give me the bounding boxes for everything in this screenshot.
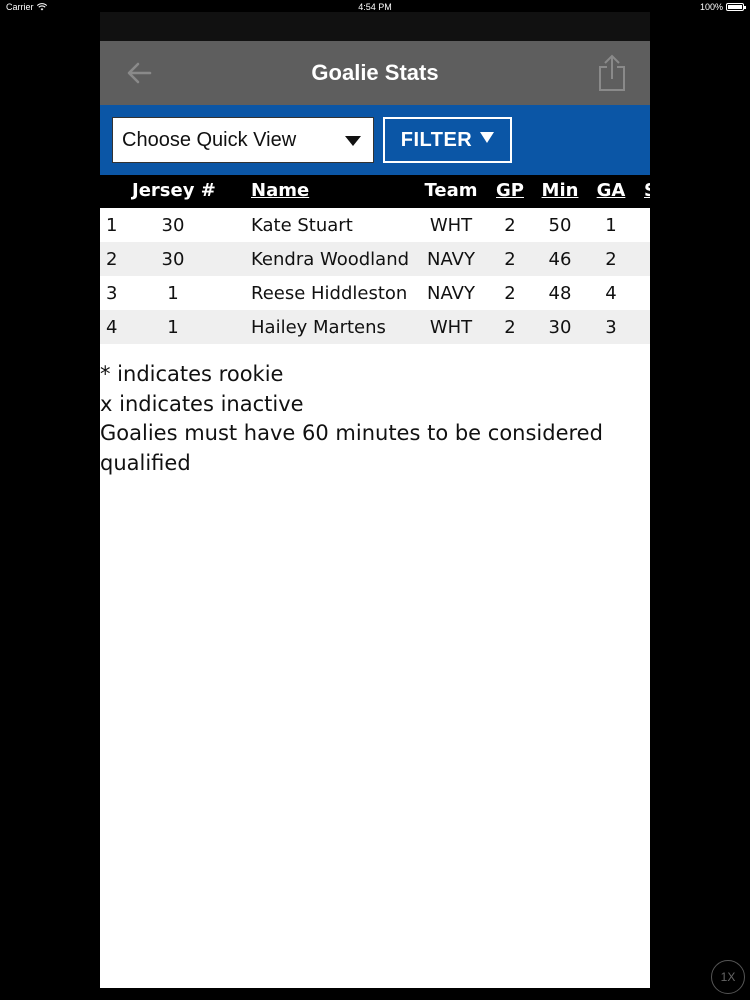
table-row[interactable]: 3 1 Reese Hiddleston NAVY 2 48 4 [100, 276, 650, 310]
cell-jersey: 1 [167, 283, 179, 304]
battery-percent: 100% [699, 2, 723, 12]
cell-ga: 4 [605, 283, 617, 304]
cell-gp: 2 [504, 283, 516, 304]
cell-name: Kate Stuart [251, 215, 353, 236]
cell-ga: 1 [605, 215, 617, 236]
triangle-down-icon [480, 131, 495, 143]
clock: 4:54 PM [358, 2, 392, 12]
header-gp[interactable]: GP [495, 180, 525, 201]
share-button[interactable] [596, 53, 628, 93]
cell-gp: 2 [504, 215, 516, 236]
filter-label: FILTER [400, 128, 473, 151]
cell-rank: 4 [106, 317, 118, 338]
header-next-column[interactable]: S [644, 180, 650, 201]
cell-min: 30 [548, 317, 572, 338]
cell-gp: 2 [504, 249, 516, 270]
filter-bar: Choose Quick View FILTER [100, 105, 650, 175]
cell-rank: 2 [106, 249, 118, 270]
cell-team: WHT [429, 215, 473, 236]
header-ga[interactable]: GA [594, 180, 628, 201]
cell-team: NAVY [427, 283, 475, 304]
cell-name: Kendra Woodland [251, 249, 410, 270]
cell-jersey: 30 [161, 249, 185, 270]
stats-legend-notes: * indicates rookie x indicates inactive … [100, 360, 650, 478]
header-min[interactable]: Min [541, 180, 579, 201]
cell-team: WHT [429, 317, 473, 338]
navigation-bar: Goalie Stats [100, 41, 650, 105]
table-row[interactable]: 2 30 Kendra Woodland NAVY 2 46 2 [100, 242, 650, 276]
table-header: Jersey # Name Team GP Min GA S [100, 175, 650, 208]
chevron-down-icon [345, 136, 361, 146]
table-row[interactable]: 1 30 Kate Stuart WHT 2 50 1 [100, 208, 650, 242]
battery-icon [726, 3, 746, 11]
quick-view-label: Choose Quick View [122, 128, 297, 151]
header-team: Team [424, 180, 478, 201]
page-title: Goalie Stats [311, 60, 439, 85]
cell-team: NAVY [427, 249, 475, 270]
note-qualified: Goalies must have 60 minutes to be consi… [100, 421, 603, 475]
cell-rank: 1 [106, 215, 118, 236]
cell-min: 48 [548, 283, 572, 304]
cell-jersey: 1 [167, 317, 179, 338]
app-window: Goalie Stats Choose Quick View FILTER Je… [100, 12, 650, 988]
cell-jersey: 30 [161, 215, 185, 236]
cell-name: Hailey Martens [251, 317, 386, 338]
cell-ga: 2 [605, 249, 617, 270]
cell-min: 46 [548, 249, 572, 270]
filter-button[interactable]: FILTER [383, 117, 512, 163]
note-rookie: * indicates rookie [100, 362, 284, 386]
battery-status: 100% [699, 2, 746, 12]
cell-gp: 2 [504, 317, 516, 338]
app-top-strip [100, 12, 650, 41]
note-inactive: x indicates inactive [100, 391, 304, 416]
cell-name: Reese Hiddleston [251, 283, 408, 304]
zoom-speed-badge[interactable]: 1X [711, 960, 745, 994]
cell-min: 50 [548, 215, 572, 236]
goalie-stats-table: Jersey # Name Team GP Min GA S 1 30 Kate… [100, 175, 650, 344]
table-row[interactable]: 4 1 Hailey Martens WHT 2 30 3 [100, 310, 650, 344]
header-name[interactable]: Name [251, 180, 309, 201]
quick-view-dropdown[interactable]: Choose Quick View [112, 117, 374, 163]
header-jersey: Jersey # [132, 180, 216, 201]
cell-rank: 3 [106, 283, 118, 304]
share-icon [599, 54, 625, 91]
cell-ga: 3 [605, 317, 617, 338]
